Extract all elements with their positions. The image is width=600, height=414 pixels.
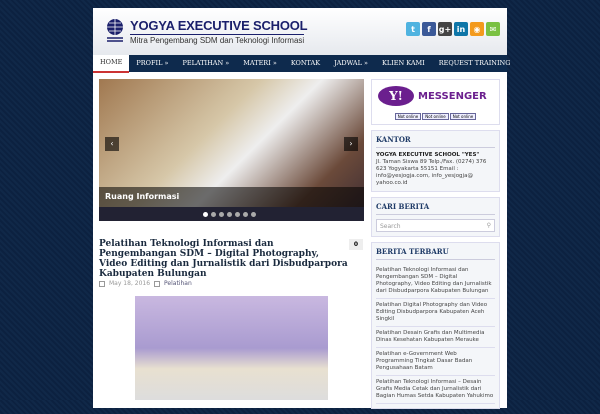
slider-prev-button[interactable]: ‹ <box>105 137 119 151</box>
linkedin-icon[interactable]: in <box>454 22 468 36</box>
slider-caption[interactable]: Ruang Informasi <box>99 187 364 207</box>
globe-logo-icon <box>107 19 123 42</box>
nav-item-materi[interactable]: MATERI » <box>236 55 284 72</box>
site-tagline: Mitra Pengembang SDM dan Teknologi Infor… <box>130 34 305 45</box>
nav-item-kontak[interactable]: KONTAK <box>284 55 327 72</box>
office-name: YOGYA EXECUTIVE SCHOOL "YES" <box>376 152 480 158</box>
page-container: YOGYA EXECUTIVE SCHOOL Mitra Pengembang … <box>93 8 510 409</box>
nav-item-request-training[interactable]: REQUEST TRAINING <box>432 55 518 72</box>
image-slider[interactable]: ‹ › Ruang Informasi <box>99 79 364 221</box>
slider-dot[interactable] <box>203 212 208 217</box>
sidebar: Y! MESSENGER Not online Not online Not on… <box>371 79 500 414</box>
messenger-label: MESSENGER <box>418 90 487 102</box>
rss-icon[interactable]: ◉ <box>470 22 484 36</box>
site-header: YOGYA EXECUTIVE SCHOOL Mitra Pengembang … <box>93 8 507 55</box>
slider-dots <box>203 212 256 217</box>
ym-status-button[interactable]: Not online <box>422 113 449 120</box>
widget-title: KANTOR <box>376 135 495 148</box>
site-title[interactable]: YOGYA EXECUTIVE SCHOOL <box>130 18 308 33</box>
comment-count-badge[interactable]: 0 <box>349 239 363 250</box>
post-category-link[interactable]: Pelatihan <box>164 280 192 287</box>
widget-title: CARI BERITA <box>376 202 495 215</box>
ym-status-button[interactable]: Not online <box>449 113 477 120</box>
recent-post-link[interactable]: Pelatihan Teknologi Informasi dan Pengem… <box>376 264 495 299</box>
ym-status-button[interactable]: Not online <box>394 113 422 120</box>
nav-item-klien-kami[interactable]: KLIEN KAMI <box>375 55 432 72</box>
post-image[interactable] <box>135 296 328 400</box>
yahoo-logo-icon: Y! <box>378 86 414 106</box>
slider-dot[interactable] <box>251 212 256 217</box>
recent-post-link[interactable]: Pelatihan Desain Grafis dan Multimedia D… <box>376 327 495 348</box>
recent-post-link[interactable]: Pelatihan Digital Photography dan Video … <box>376 299 495 327</box>
kantor-widget: KANTOR YOGYA EXECUTIVE SCHOOL "YES" Jl. … <box>371 130 500 192</box>
social-links: t f g+ in ◉ ✉ <box>406 22 500 36</box>
recent-post-link[interactable]: Pelatihan e-Government Web Programming T… <box>376 348 495 376</box>
google-plus-icon[interactable]: g+ <box>438 22 452 36</box>
post-title[interactable]: Pelatihan Teknologi Informasi dan Pengem… <box>99 239 349 279</box>
slider-dot[interactable] <box>227 212 232 217</box>
widget-title: BERITA TERBARU <box>376 247 495 260</box>
post-date: May 18, 2016 <box>109 280 151 287</box>
facebook-icon[interactable]: f <box>422 22 436 36</box>
slider-dot[interactable] <box>219 212 224 217</box>
twitter-icon[interactable]: t <box>406 22 420 36</box>
search-placeholder: Search <box>380 223 401 230</box>
office-address: Jl. Taman Siswa 89 Telp./Fax. (0274) 376… <box>376 159 487 186</box>
recent-posts-widget: BERITA TERBARU Pelatihan Teknologi Infor… <box>371 242 500 409</box>
nav-item-home[interactable]: HOME <box>93 54 130 73</box>
search-icon[interactable]: ⚲ <box>487 222 491 229</box>
folder-icon <box>154 280 161 287</box>
slider-dot[interactable] <box>243 212 248 217</box>
email-icon[interactable]: ✉ <box>486 22 500 36</box>
slider-dot[interactable] <box>211 212 216 217</box>
slider-dot[interactable] <box>235 212 240 217</box>
yahoo-messenger-widget: Y! MESSENGER Not online Not online Not on… <box>371 79 500 125</box>
post-meta: May 18, 2016 Pelatihan <box>99 280 192 287</box>
nav-item-profil[interactable]: PROFIL » <box>129 55 175 72</box>
nav-item-jadwal[interactable]: JADWAL » <box>327 55 375 72</box>
nav-item-pelatihan[interactable]: PELATIHAN » <box>175 55 236 72</box>
main-nav: HOME PROFIL » PELATIHAN » MATERI » KONTAK JAD… <box>93 54 510 73</box>
slider-next-button[interactable]: › <box>344 137 358 151</box>
search-widget: CARI BERITA Search ⚲ <box>371 197 500 237</box>
calendar-icon <box>99 280 105 287</box>
search-input[interactable]: Search ⚲ <box>376 219 495 232</box>
